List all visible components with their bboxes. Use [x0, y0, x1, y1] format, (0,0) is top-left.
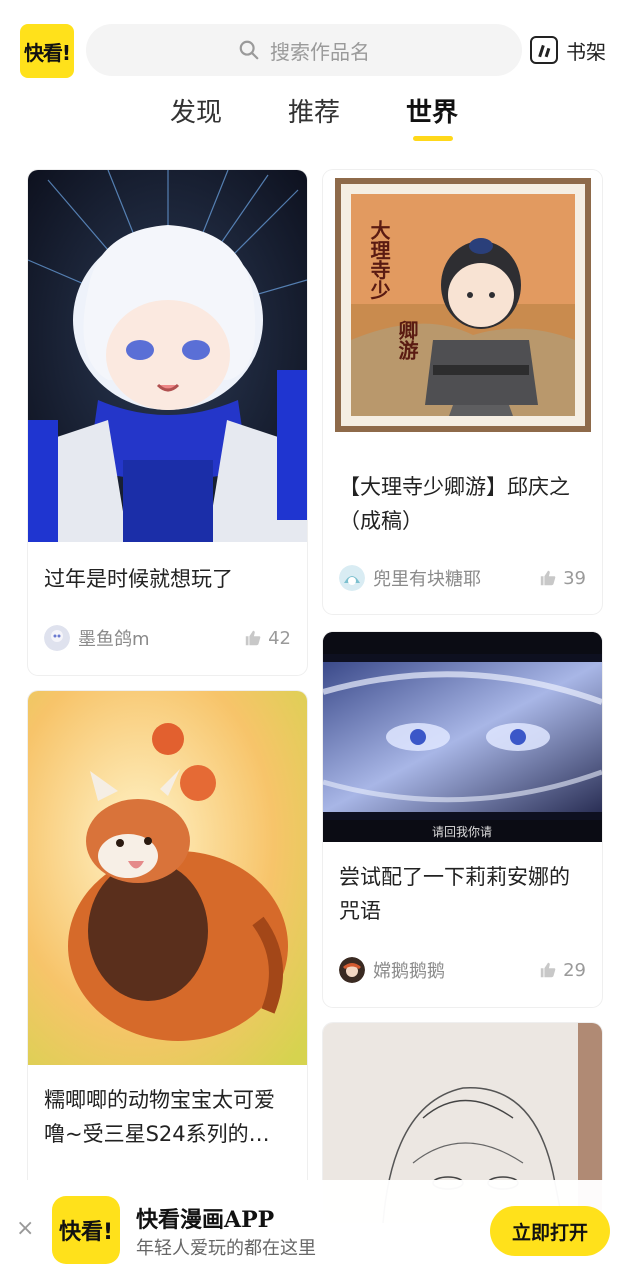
- poster-calligraphy-1: 大理寺少: [367, 220, 391, 300]
- post-image: [28, 170, 307, 542]
- image-caption: 请回我你请: [432, 825, 492, 839]
- thumbs-up-icon: [540, 962, 556, 978]
- author-avatar[interactable]: [339, 957, 365, 983]
- post-card[interactable]: 大理寺少 卿游 【大理寺少卿游】邱庆之（成稿） 兜里有块糖耶 39: [323, 170, 602, 614]
- page: 快看! 搜索作品名 书架 发现 推荐 世界 过年是时候就想玩了 墨鱼鸽m 42 …: [0, 0, 630, 1280]
- tab-discover[interactable]: 发现: [170, 92, 222, 129]
- author-name[interactable]: 兜里有块糖耶: [373, 565, 539, 591]
- thumbs-up-icon: [245, 630, 261, 646]
- app-logo[interactable]: 快看!: [20, 24, 74, 78]
- post-title: 尝试配了一下莉莉安娜的咒语: [339, 865, 570, 923]
- tab-recommend[interactable]: 推荐: [288, 92, 340, 129]
- search-bar[interactable]: 搜索作品名: [86, 24, 522, 76]
- post-card[interactable]: 请回我你请 尝试配了一下莉莉安娜的咒语 嫦鹅鹅鹅 29: [323, 632, 602, 1007]
- active-tab-indicator: [413, 136, 453, 141]
- author-name[interactable]: 嫦鹅鹅鹅: [373, 957, 539, 983]
- top-bar: 快看! 搜索作品名 书架: [0, 0, 630, 100]
- post-title: 【大理寺少卿游】邱庆之（成稿）: [339, 475, 570, 533]
- post-meta: 兜里有块糖耶 39: [339, 564, 586, 592]
- poster-calligraphy-2: 卿游: [395, 320, 419, 361]
- search-icon: [239, 40, 259, 60]
- bookshelf-icon: [530, 36, 558, 64]
- bookshelf-label: 书架: [566, 39, 606, 64]
- thumbs-up-icon: [540, 570, 556, 586]
- post-meta: 墨鱼鸽m 42: [44, 624, 291, 652]
- like-button[interactable]: 39: [539, 568, 586, 589]
- post-image: [28, 691, 307, 1065]
- close-icon[interactable]: ×: [16, 1216, 34, 1241]
- post-title: 糯唧唧的动物宝宝太可爱噜~受三星S24系列的…: [44, 1088, 275, 1146]
- banner-subtitle: 年轻人爱玩的都在这里: [136, 1238, 316, 1259]
- post-card[interactable]: 糯唧唧的动物宝宝太可爱噜~受三星S24系列的…: [28, 691, 307, 1211]
- open-app-button[interactable]: 立即打开: [490, 1206, 610, 1256]
- like-count: 29: [563, 959, 586, 981]
- author-avatar[interactable]: [44, 625, 70, 651]
- app-download-banner: × 快看! 快看漫画APP 年轻人爱玩的都在这里 立即打开: [0, 1180, 630, 1280]
- tab-bar: 发现 推荐 世界: [0, 92, 630, 148]
- author-avatar[interactable]: [339, 565, 365, 591]
- like-count: 42: [268, 627, 291, 649]
- post-meta: 嫦鹅鹅鹅 29: [339, 956, 586, 984]
- tab-world[interactable]: 世界: [406, 92, 458, 129]
- post-image: 大理寺少 卿游: [323, 170, 602, 440]
- post-title: 过年是时候就想玩了: [44, 567, 233, 591]
- post-card[interactable]: 过年是时候就想玩了 墨鱼鸽m 42: [28, 170, 307, 675]
- author-name[interactable]: 墨鱼鸽m: [78, 625, 244, 651]
- like-button[interactable]: 29: [539, 960, 586, 981]
- like-count: 39: [563, 567, 586, 589]
- like-button[interactable]: 42: [244, 628, 291, 649]
- search-placeholder: 搜索作品名: [270, 39, 370, 64]
- bookshelf-button[interactable]: 书架: [530, 34, 606, 66]
- banner-app-logo: 快看!: [52, 1196, 120, 1264]
- post-image: 请回我你请: [323, 632, 602, 842]
- banner-title: 快看漫画APP: [136, 1207, 275, 1233]
